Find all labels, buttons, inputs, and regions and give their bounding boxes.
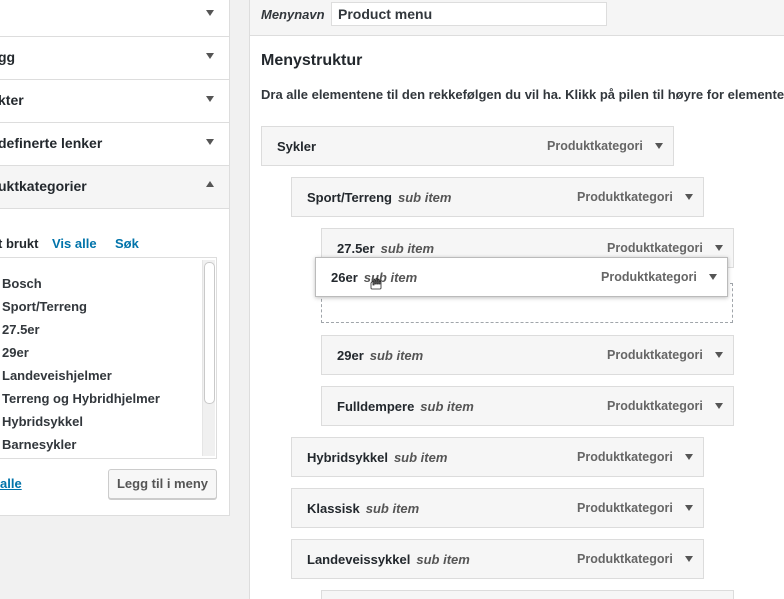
- accordion-section-0[interactable]: [0, 0, 229, 37]
- menu-item-sport-terreng[interactable]: Sport/Terreng sub item Produktkategori: [291, 177, 704, 217]
- menu-item-type: Produktkategori: [601, 270, 697, 284]
- accordion-title[interactable]: kter: [0, 92, 24, 108]
- chevron-down-icon[interactable]: [685, 454, 693, 460]
- menu-item-title: Fulldempere sub item: [337, 399, 474, 414]
- chevron-down-icon[interactable]: [715, 352, 723, 358]
- menu-item-title: Sport/Terreng sub item: [307, 190, 452, 205]
- accordion-section-posts[interactable]: gg: [0, 37, 229, 80]
- list-item[interactable]: Sport/Terreng: [2, 299, 87, 314]
- chevron-down-icon[interactable]: [715, 403, 723, 409]
- select-all-link[interactable]: alle: [0, 476, 22, 491]
- tab-view-all[interactable]: Vis alle: [52, 236, 97, 251]
- menu-structure-panel: Menynavn Product menu Menystruktur Dra a…: [249, 0, 784, 599]
- tab-search[interactable]: Søk: [115, 236, 139, 251]
- menu-item-type: Produktkategori: [577, 190, 673, 204]
- list-item[interactable]: Bosch: [2, 276, 42, 291]
- menu-item-type: Produktkategori: [607, 241, 703, 255]
- menu-item-sykler[interactable]: Sykler Produktkategori: [261, 126, 674, 166]
- chevron-down-icon[interactable]: [206, 10, 214, 16]
- menu-item-type: Produktkategori: [577, 450, 673, 464]
- accordion-title[interactable]: gg: [0, 49, 15, 65]
- accordion-section-product-categories[interactable]: uktkategorier: [0, 166, 229, 209]
- menu-item-title: Landeveissykkel sub item: [307, 552, 470, 567]
- add-to-menu-button[interactable]: Legg til i meny: [108, 469, 217, 499]
- menu-item-title: 29er sub item: [337, 348, 424, 363]
- menu-structure-instructions: Dra alle elementene til den rekkefølgen …: [261, 87, 784, 102]
- accordion-title[interactable]: uktkategorier: [0, 178, 87, 194]
- menu-name-label: Menynavn: [261, 7, 325, 22]
- chevron-down-icon[interactable]: [715, 245, 723, 251]
- chevron-down-icon[interactable]: [685, 505, 693, 511]
- accordion-section-custom-links[interactable]: definerte lenker: [0, 123, 229, 166]
- sub-item-label: sub item: [398, 190, 452, 205]
- tab-most-recent[interactable]: t brukt: [0, 236, 38, 251]
- sub-item-label: sub item: [369, 348, 424, 363]
- sub-item-label: sub item: [393, 450, 448, 465]
- menu-item-type: Produktkategori: [607, 399, 703, 413]
- sub-item-label: sub item: [416, 552, 470, 567]
- menu-item-type: Produktkategori: [577, 552, 673, 566]
- menu-item-landeveissykkel[interactable]: Landeveissykkel sub item Produktkategori: [291, 539, 704, 579]
- category-tabs: t brukt Vis alle Søk: [0, 230, 229, 256]
- scrollbar-thumb[interactable]: [204, 262, 215, 404]
- menu-item-klassisk[interactable]: Klassisk sub item Produktkategori: [291, 488, 704, 528]
- chevron-down-icon[interactable]: [206, 96, 214, 102]
- chevron-down-icon[interactable]: [206, 139, 214, 145]
- chevron-up-icon[interactable]: [206, 181, 214, 187]
- menu-item-title: Hybridsykkel sub item: [307, 450, 448, 465]
- list-item[interactable]: Terreng og Hybridhjelmer: [2, 391, 160, 406]
- menu-item-type: Produktkategori: [607, 348, 703, 362]
- menu-item-title: 27.5er sub item: [337, 241, 435, 256]
- sub-item-label: sub item: [380, 241, 435, 256]
- chevron-down-icon[interactable]: [655, 143, 663, 149]
- category-checklist: Bosch Sport/Terreng 27.5er 29er Landevei…: [0, 257, 217, 459]
- accordion-title[interactable]: definerte lenker: [0, 135, 102, 151]
- menu-item-fulldempere[interactable]: Fulldempere sub item Produktkategori: [321, 386, 734, 426]
- menu-item-type: Produktkategori: [577, 501, 673, 515]
- scrollbar[interactable]: [202, 260, 215, 456]
- grab-cursor-icon: [370, 278, 382, 290]
- menu-item-title: Klassisk sub item: [307, 501, 420, 516]
- chevron-down-icon[interactable]: [206, 53, 214, 59]
- sub-item-label: sub item: [365, 501, 420, 516]
- menu-structure-heading: Menystruktur: [261, 52, 363, 69]
- chevron-down-icon[interactable]: [685, 556, 693, 562]
- list-item[interactable]: 27.5er: [2, 322, 40, 337]
- menu-item-type: Produktkategori: [547, 139, 643, 153]
- chevron-down-icon[interactable]: [685, 194, 693, 200]
- menu-item-title: Sykler: [277, 139, 317, 154]
- sub-item-label: sub item: [420, 399, 474, 414]
- list-item[interactable]: Landeveishjelmer: [2, 368, 112, 383]
- list-item[interactable]: Hybridsykkel: [2, 414, 83, 429]
- menu-item-29er[interactable]: 29er sub item Produktkategori: [321, 335, 734, 375]
- menu-name-input[interactable]: Product menu: [331, 2, 607, 26]
- menu-item-partial[interactable]: [321, 590, 734, 599]
- menu-name-bar: Menynavn Product menu: [250, 0, 784, 36]
- chevron-down-icon[interactable]: [709, 274, 717, 280]
- accordion-section-products[interactable]: kter: [0, 80, 229, 123]
- menu-item-hybridsykkel[interactable]: Hybridsykkel sub item Produktkategori: [291, 437, 704, 477]
- menu-item-26er-dragging[interactable]: 26er sub item Produktkategori: [315, 257, 728, 297]
- list-item[interactable]: 29er: [2, 345, 29, 360]
- list-item[interactable]: Barnesykler: [2, 437, 76, 452]
- menu-items-panel: gg kter definerte lenker uktkategorier t…: [0, 0, 230, 516]
